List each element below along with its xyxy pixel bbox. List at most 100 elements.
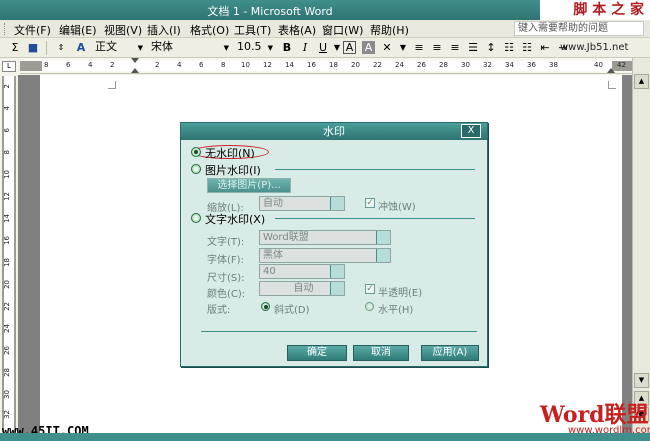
tab-selector[interactable]: L — [2, 61, 16, 72]
menu-window[interactable]: 窗口(W) — [320, 22, 365, 38]
vruler-tick: 28 — [3, 368, 11, 377]
menu-file[interactable]: 文件(F) — [12, 22, 53, 38]
font-size-combo[interactable]: 10.5 ▼ — [234, 40, 274, 56]
sigma-icon[interactable]: Σ — [8, 40, 22, 56]
align-right-icon[interactable]: ≡ — [448, 40, 462, 56]
right-indent-marker[interactable] — [607, 68, 615, 73]
vruler-tick: 12 — [3, 192, 11, 201]
ruler-tick: 28 — [439, 61, 448, 69]
menu-table[interactable]: 表格(A) — [276, 22, 318, 38]
ruler-tick: 18 — [329, 61, 338, 69]
ruler-tick: 40 — [594, 61, 603, 69]
dialog-title: 水印 — [181, 123, 487, 140]
crop-mark — [608, 81, 616, 89]
character-border-icon[interactable]: A — [343, 41, 356, 54]
scroll-up-icon[interactable]: ▲ — [634, 74, 649, 89]
chevron-down-icon — [330, 282, 344, 295]
text-watermark-label: 文字水印(X) — [205, 213, 266, 226]
distributed-icon[interactable]: ☰ — [466, 40, 480, 56]
chevron-down-icon[interactable]: ▼ — [396, 40, 410, 56]
ruler-tick: 8 — [44, 61, 49, 69]
underline-button[interactable]: U — [316, 40, 330, 56]
chevron-down-icon[interactable]: ▼ — [330, 40, 344, 56]
font-label: 字体(F): — [207, 255, 244, 266]
ruler-tick: 10 — [241, 61, 250, 69]
close-button[interactable]: X — [461, 124, 481, 138]
menu-format[interactable]: 格式(O) — [188, 22, 231, 38]
left-indent-marker[interactable] — [131, 68, 139, 73]
menu-edit[interactable]: 编辑(E) — [57, 22, 99, 38]
text-select[interactable]: Word联盟 — [259, 230, 391, 245]
first-line-indent-marker[interactable] — [131, 58, 139, 63]
toolbar-expand-icon[interactable]: ⇕ — [54, 40, 68, 56]
scale-select[interactable]: 自动 — [259, 196, 345, 211]
ruler-tick: 12 — [263, 61, 272, 69]
select-picture-button[interactable]: 选择图片(P)... — [207, 178, 291, 193]
washout-label: 冲蚀(W) — [378, 202, 416, 213]
style-combo[interactable]: 正文 ▼ — [92, 40, 144, 56]
help-search-input[interactable]: 键入需要帮助的问题 — [514, 21, 644, 36]
watermark-dialog: 水印 X 无水印(N) 图片水印(I) 选择图片(P)... 缩放(L): 自动… — [180, 122, 488, 367]
horizontal-label: 水平(H) — [378, 305, 414, 316]
diagonal-radio[interactable] — [261, 302, 270, 311]
picture-watermark-radio[interactable] — [191, 164, 201, 174]
size-label: 尺寸(S): — [207, 273, 245, 284]
line-spacing-icon[interactable]: ↕ — [484, 40, 498, 56]
styles-icon[interactable]: A — [74, 40, 88, 56]
horizontal-ruler[interactable]: 8 6 4 2 2 4 6 8 10 12 14 16 18 20 22 24 … — [20, 58, 650, 74]
horizontal-radio[interactable] — [365, 302, 374, 311]
cancel-button[interactable]: 取消 — [353, 345, 409, 361]
decrease-indent-icon[interactable]: ⇤ — [538, 40, 552, 56]
text-label: 文字(T): — [207, 237, 245, 248]
ruler-tick: 26 — [417, 61, 426, 69]
size-value: 40 — [263, 266, 276, 277]
menu-tools[interactable]: 工具(T) — [232, 22, 273, 38]
align-justify-icon[interactable]: ≡ — [412, 40, 426, 56]
menu-help[interactable]: 帮助(H) — [368, 22, 411, 38]
no-watermark-label: 无水印(N) — [205, 147, 255, 160]
ruler-left-margin — [20, 61, 42, 71]
chevron-down-icon — [376, 249, 390, 262]
ruler-tick: 6 — [199, 61, 204, 69]
ruler-tick: 42 — [617, 61, 626, 69]
vruler-tick: 20 — [3, 280, 11, 289]
scroll-down-icon[interactable]: ▼ — [634, 373, 649, 388]
bold-button[interactable]: B — [280, 40, 294, 56]
apply-button[interactable]: 应用(A) — [421, 345, 479, 361]
numbering-icon[interactable]: ☷ — [502, 40, 516, 56]
ruler-tick: 38 — [549, 61, 558, 69]
bullets-icon[interactable]: ☷ — [520, 40, 534, 56]
color-select[interactable]: 自动 — [259, 281, 345, 296]
save-icon[interactable]: ■ — [26, 40, 40, 56]
semitransparent-label: 半透明(E) — [378, 288, 423, 299]
color-label: 颜色(C): — [207, 289, 246, 300]
ruler-tick: 2 — [155, 61, 160, 69]
scale-value: 自动 — [263, 198, 283, 209]
size-select[interactable]: 40 — [259, 264, 345, 279]
ok-button[interactable]: 确定 — [287, 345, 347, 361]
layout-label: 版式: — [207, 305, 231, 316]
washout-checkbox[interactable]: ✓ — [365, 198, 375, 208]
ruler-tick: 32 — [483, 61, 492, 69]
vertical-scrollbar[interactable]: ▲ ▼ ▲ ● — [632, 58, 650, 433]
character-shading-icon[interactable]: A — [362, 41, 375, 54]
font-combo[interactable]: 宋体 ▼ — [148, 40, 230, 56]
ruler-tick: 36 — [527, 61, 536, 69]
chevron-down-icon: ▼ — [223, 44, 229, 52]
title-bar: 文档 1 - Microsoft Word 脚 本 之 家 — [0, 0, 650, 20]
no-watermark-radio[interactable] — [191, 147, 201, 157]
vruler-tick: 4 — [3, 106, 11, 111]
chevron-down-icon: ▼ — [267, 44, 273, 52]
vruler-tick: 24 — [3, 324, 11, 333]
menu-insert[interactable]: 插入(I) — [145, 22, 183, 38]
italic-button[interactable]: I — [298, 40, 312, 56]
vruler-tick: 18 — [3, 258, 11, 267]
character-scale-icon[interactable]: ✕ — [380, 40, 394, 56]
align-center-icon[interactable]: ≡ — [430, 40, 444, 56]
text-value: Word联盟 — [263, 232, 309, 243]
vertical-ruler[interactable]: 2 4 6 8 10 12 14 16 18 20 22 24 26 28 30… — [2, 76, 16, 432]
menu-view[interactable]: 视图(V) — [102, 22, 144, 38]
text-watermark-radio[interactable] — [191, 213, 201, 223]
semitransparent-checkbox[interactable]: ✓ — [365, 284, 375, 294]
font-select[interactable]: 黑体 — [259, 248, 391, 263]
